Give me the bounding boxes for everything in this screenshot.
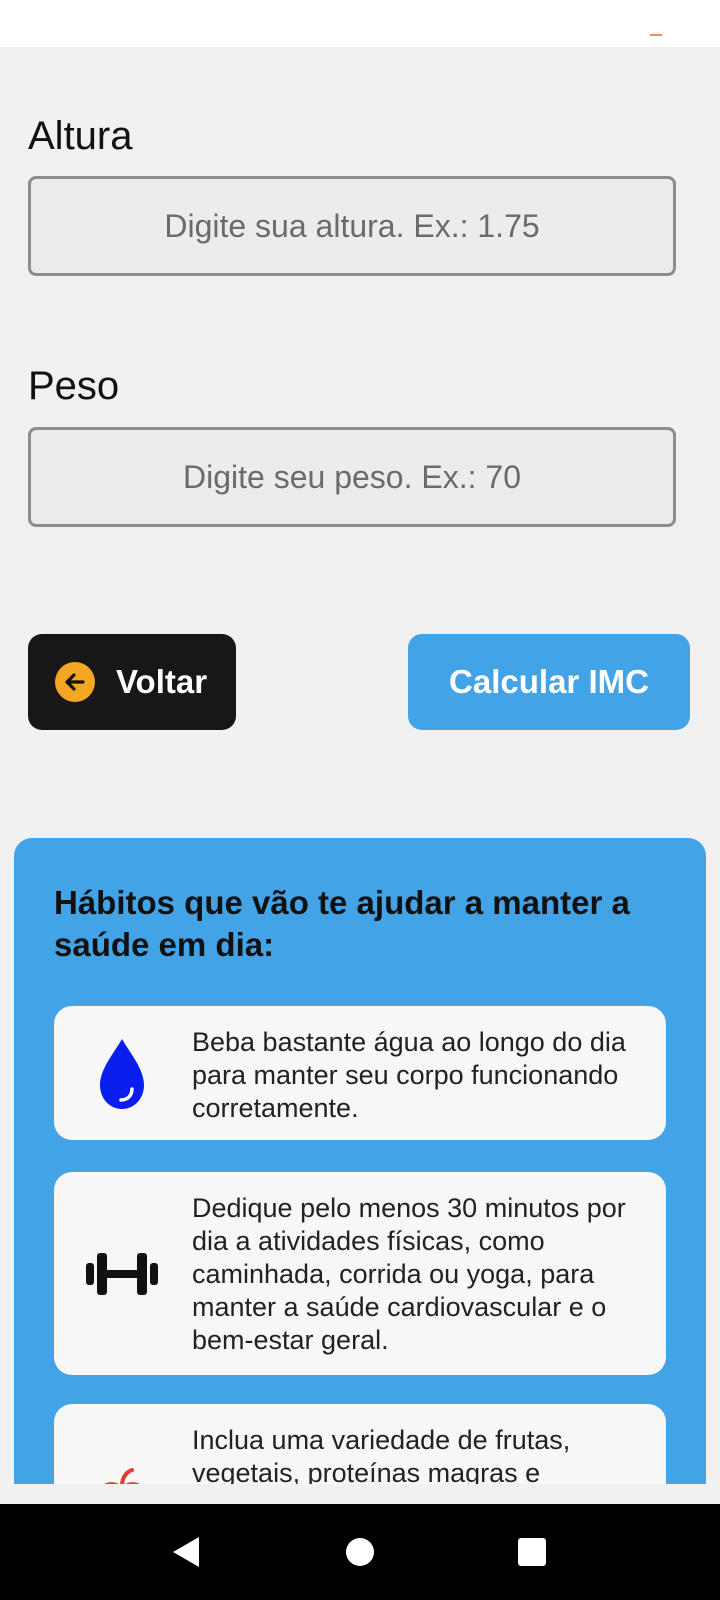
status-indicator [650,34,662,36]
habit-text: Beba bastante água ao longo do dia para … [192,1027,626,1123]
dumbbell-icon [86,1253,158,1295]
back-button-label: Voltar [116,663,208,700]
habit-card-water: Beba bastante água ao longo do dia para … [54,1006,666,1140]
weight-input[interactable] [28,427,676,527]
weight-label: Peso [28,364,120,408]
nav-recents-button[interactable] [504,1524,560,1580]
height-label: Altura [28,114,133,158]
triangle-back-icon [173,1537,199,1567]
nav-back-button[interactable] [158,1524,214,1580]
habits-panel: Hábitos que vão te ajudar a manter a saú… [14,838,706,1484]
nav-home-button[interactable] [332,1524,388,1580]
calculate-bmi-button[interactable]: Calcular IMC [408,634,690,730]
height-input[interactable] [28,176,676,276]
water-drop-icon [100,1039,144,1109]
habits-title: Hábitos que vão te ajudar a manter a saú… [54,884,630,963]
square-recents-icon [518,1538,546,1566]
circle-home-icon [346,1538,374,1566]
habit-card-nutrition: Inclua uma variedade de frutas, vegetais… [54,1404,666,1484]
apple-icon [104,1468,140,1484]
status-bar [0,0,720,47]
habit-text: Dedique pelo menos 30 minutos por dia a … [192,1193,626,1355]
habit-text: Inclua uma variedade de frutas, vegetais… [192,1425,571,1484]
habit-card-exercise: Dedique pelo menos 30 minutos por dia a … [54,1172,666,1375]
system-navigation-bar [0,1504,720,1600]
back-button[interactable]: Voltar [28,634,236,730]
arrow-left-icon [55,662,95,702]
